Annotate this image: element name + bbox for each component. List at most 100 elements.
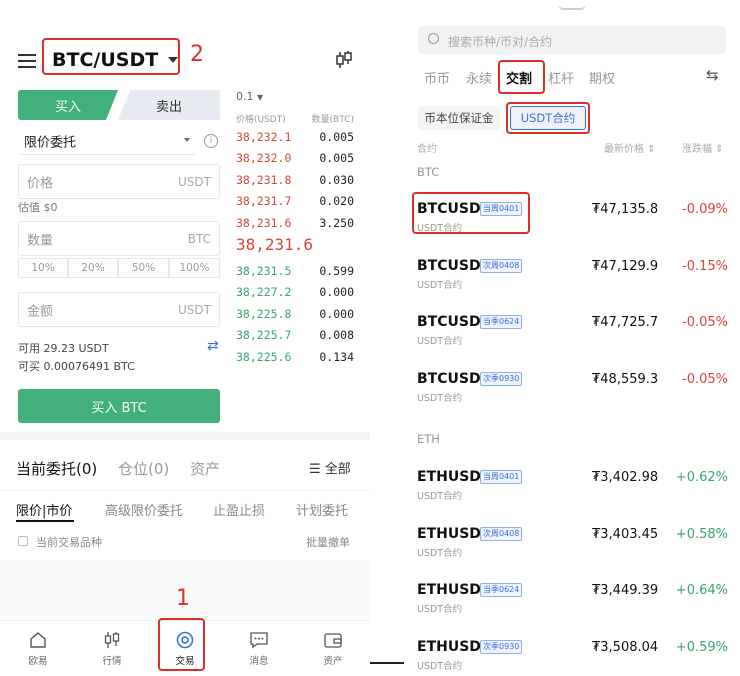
buy-btc-button[interactable]: 买入 BTC [18, 389, 220, 423]
tab-margin[interactable]: 杠杆 [548, 68, 574, 87]
tab-buy[interactable]: 买入 [18, 90, 118, 120]
highlight-box-btc-weekly [412, 192, 530, 234]
panel-separator [370, 662, 404, 664]
current-pair-checkbox[interactable] [18, 536, 28, 546]
ask-quantity: 0.005 [319, 129, 354, 144]
contract-type: USDT合约 [417, 604, 463, 615]
section-divider [0, 432, 370, 440]
candlestick-chart-icon[interactable] [334, 50, 354, 70]
tab-options[interactable]: 期权 [589, 68, 615, 87]
orderbook-col-qty: 数量(BTC) [311, 115, 354, 125]
subtab-limit-market[interactable]: 限价|市价 [16, 500, 72, 519]
tabs-divider [0, 490, 370, 491]
contract-row[interactable]: BTCUSDT 当季0624 USDT合约 ₮47,725.7 -0.05% [404, 303, 740, 359]
tab-current-orders[interactable]: 当前委托(0) [16, 458, 97, 479]
bid-price: 38,225.6 [236, 349, 292, 364]
can-buy-amount: 可买 0.00076491 BTC [18, 360, 135, 373]
percent-20-button[interactable]: 20% [68, 258, 118, 278]
contract-row[interactable]: ETHUSDT 次周0408 USDT合约 ₮3,403.45 +0.58% [404, 515, 740, 571]
ask-row[interactable]: 38,231.6 3.250 [236, 212, 354, 233]
bid-price: 38,225.7 [236, 328, 292, 342]
list-icon: ☰ [309, 462, 325, 477]
contract-row[interactable]: ETHUSDT 次季0930 USDT合约 ₮3,508.04 +0.59% [404, 628, 740, 676]
ask-quantity: 0.005 [319, 151, 354, 165]
search-placeholder: 搜索币种/币对/合约 [448, 35, 553, 49]
expiry-badge: 当季0624 [480, 315, 523, 329]
bid-price: 38,225.8 [236, 306, 292, 321]
nav-assets[interactable]: 资产 [313, 631, 353, 667]
percent-50-button[interactable]: 50% [118, 258, 169, 278]
subtab-tp-sl[interactable]: 止盈止损 [213, 500, 265, 519]
ask-row[interactable]: 38,232.1 0.005 [236, 126, 354, 147]
contract-type: USDT合约 [417, 660, 463, 672]
percent-100-button[interactable]: 100% [169, 258, 220, 278]
amount-unit: USDT [178, 302, 211, 317]
price-change: +0.58% [675, 526, 728, 542]
expiry-badge: 次季0930 [480, 371, 523, 386]
tab-spot[interactable]: 币币 [424, 68, 450, 87]
price-input[interactable]: 价格 USDT [18, 164, 220, 199]
expiry-badge: 次周0408 [480, 258, 523, 273]
bid-row[interactable]: 38,227.2 0.000 [236, 282, 354, 303]
drag-handle[interactable] [558, 4, 586, 10]
tab-perpetual[interactable]: 永续 [466, 68, 492, 87]
nav-home[interactable]: 欧易 [18, 631, 58, 667]
price-placeholder: 价格 [27, 176, 54, 191]
bid-quantity: 0.000 [319, 285, 354, 299]
nav-messages[interactable]: 消息 [239, 631, 279, 667]
contract-type: USDT合约 [417, 336, 463, 347]
quantity-placeholder: 数量 [27, 233, 54, 248]
ask-row[interactable]: 38,231.8 0.030 [236, 169, 354, 190]
ask-row[interactable]: 38,231.7 0.020 [236, 191, 354, 212]
bid-row[interactable]: 38,231.5 0.599 [236, 260, 354, 281]
contract-list-screen: 搜索币种/币对/合约 币币 永续 交割 杠杆 期权 ⇆ 币本位保证金 USDT合… [404, 0, 740, 676]
col-latest-price[interactable]: 最新价格 ⇕ [604, 140, 656, 155]
ask-price: 38,232.1 [236, 129, 292, 144]
tab-positions[interactable]: 仓位(0) [118, 458, 169, 479]
bid-row[interactable]: 38,225.8 0.000 [236, 303, 354, 324]
contract-row[interactable]: BTCUSDT 次周0408 USDT合约 ₮47,129.9 -0.15% [404, 247, 740, 303]
col-change[interactable]: 涨跌幅 ⇕ [682, 140, 724, 155]
price-change: +0.62% [675, 470, 728, 485]
price-change: +0.64% [675, 583, 728, 598]
caret-down-icon: ▼ [257, 93, 264, 102]
contract-type: USDT合约 [417, 279, 463, 291]
ask-row[interactable]: 38,232.0 0.005 [236, 148, 354, 169]
annotation-number-2: 2 [190, 42, 204, 67]
expiry-badge: 次周0408 [480, 526, 523, 541]
group-header: ETH [417, 432, 440, 446]
subtab-advanced-limit[interactable]: 高级限价委托 [105, 500, 183, 519]
precision-select[interactable]: 0.1 ▼ [236, 90, 263, 103]
bid-row[interactable]: 38,225.6 0.134 [236, 346, 354, 367]
subtab-plan-order[interactable]: 计划委托 [296, 500, 348, 519]
quantity-input[interactable]: 数量 BTC [18, 221, 220, 256]
swap-arrows-icon[interactable]: ⇆ [706, 66, 719, 84]
contract-row[interactable]: ETHUSDT 当周0401 USDT合约 ₮3,402.98 +0.62% [404, 458, 740, 514]
ask-price: 38,231.8 [236, 172, 292, 187]
all-orders-button[interactable]: ☰ 全部 [309, 458, 351, 477]
bid-row[interactable]: 38,225.7 0.008 [236, 325, 354, 346]
order-type-select[interactable]: 限价委托 [18, 128, 196, 155]
menu-icon[interactable] [18, 50, 36, 72]
contract-row[interactable]: BTCUSDT 次季0930 USDT合约 ₮48,559.3 -0.05% [404, 360, 740, 416]
search-input[interactable]: 搜索币种/币对/合约 [418, 26, 726, 54]
tab-sell[interactable]: 卖出 [118, 90, 220, 120]
candlestick-icon [104, 632, 120, 648]
percent-10-button[interactable]: 10% [18, 258, 68, 278]
batch-cancel-button[interactable]: 批量撤单 [306, 534, 350, 550]
amount-input[interactable]: 金额 USDT [18, 292, 220, 327]
nav-market[interactable]: 行情 [92, 631, 132, 667]
ask-quantity: 0.020 [319, 194, 354, 208]
info-icon[interactable]: i [204, 134, 218, 148]
latest-price: ₮47,135.8 [592, 202, 659, 217]
transfer-icon[interactable]: ⇄ [207, 338, 219, 354]
contract-row[interactable]: ETHUSDT 当季0624 USDT合约 ₮3,449.39 +0.64% [404, 571, 740, 627]
ask-quantity: 3.250 [319, 215, 354, 230]
expiry-badge: 次季0930 [480, 639, 523, 654]
highlight-box-futures-tab [498, 60, 545, 94]
latest-price: ₮3,402.98 [592, 470, 659, 485]
ask-price: 38,232.0 [236, 151, 292, 165]
tab-assets[interactable]: 资产 [190, 458, 220, 479]
segment-coin-margined[interactable]: 币本位保证金 [418, 106, 500, 130]
bid-quantity: 0.134 [319, 349, 354, 364]
